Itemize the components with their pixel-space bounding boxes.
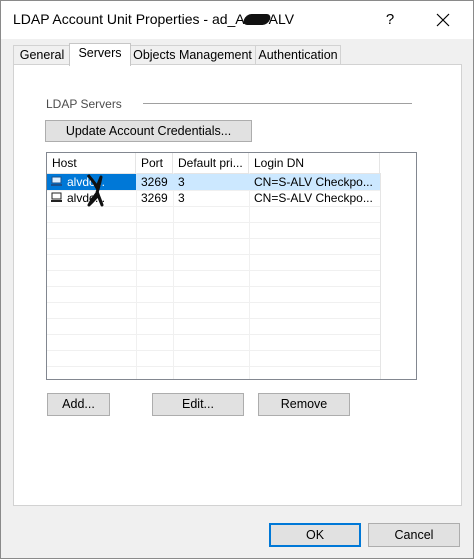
grid-line (47, 222, 380, 223)
remove-button[interactable]: Remove (258, 393, 350, 416)
column-header-login-dn[interactable]: Login DN (249, 153, 380, 173)
grid-line (47, 270, 380, 271)
column-header-host[interactable]: Host (47, 153, 136, 173)
grid-line (47, 286, 380, 287)
title-bar: LDAP Account Unit Properties - ad_A ALV ? (1, 1, 473, 39)
grid-line (47, 318, 380, 319)
computer-icon (51, 176, 62, 186)
help-button[interactable]: ? (373, 5, 407, 35)
tab-general[interactable]: General (13, 45, 71, 65)
grid-line (47, 238, 380, 239)
port-cell: 3269 (141, 175, 168, 189)
grid-line (47, 350, 380, 351)
login-dn-cell: CN=S-ALV Checkpo... (254, 191, 373, 205)
group-divider (143, 103, 412, 104)
tab-servers[interactable]: Servers (69, 43, 131, 66)
port-cell: 3269 (141, 191, 168, 205)
tab-authentication[interactable]: Authentication (255, 45, 341, 65)
ok-button[interactable]: OK (269, 523, 361, 547)
redaction-mark (241, 14, 272, 25)
tab-objects-management[interactable]: Objects Management (128, 45, 257, 65)
servers-tab-panel: LDAP Servers Update Account Credentials.… (13, 64, 462, 506)
redaction-scribble (86, 174, 104, 207)
grid-line (47, 254, 380, 255)
close-icon (436, 13, 450, 27)
column-header-default-priority[interactable]: Default pri... (173, 153, 249, 173)
column-header-port[interactable]: Port (136, 153, 173, 173)
tab-bar: General Servers Objects Management Authe… (13, 43, 461, 66)
ldap-servers-group-label: LDAP Servers (46, 97, 122, 111)
update-account-credentials-button[interactable]: Update Account Credentials... (45, 120, 252, 142)
window-title: LDAP Account Unit Properties - ad_A ALV (13, 11, 295, 27)
grid-line (47, 334, 380, 335)
priority-cell: 3 (178, 175, 185, 189)
cancel-button[interactable]: Cancel (368, 523, 460, 547)
close-button[interactable] (425, 5, 461, 35)
grid-line (47, 366, 380, 367)
column-divider (380, 173, 381, 379)
grid-line (47, 302, 380, 303)
list-header: Host Port Default pri... Login DN (47, 153, 380, 174)
ldap-properties-dialog: LDAP Account Unit Properties - ad_A ALV ?… (0, 0, 474, 559)
computer-icon (51, 192, 62, 202)
add-button[interactable]: Add... (47, 393, 110, 416)
edit-button[interactable]: Edit... (152, 393, 244, 416)
priority-cell: 3 (178, 191, 185, 205)
login-dn-cell: CN=S-ALV Checkpo... (254, 175, 373, 189)
